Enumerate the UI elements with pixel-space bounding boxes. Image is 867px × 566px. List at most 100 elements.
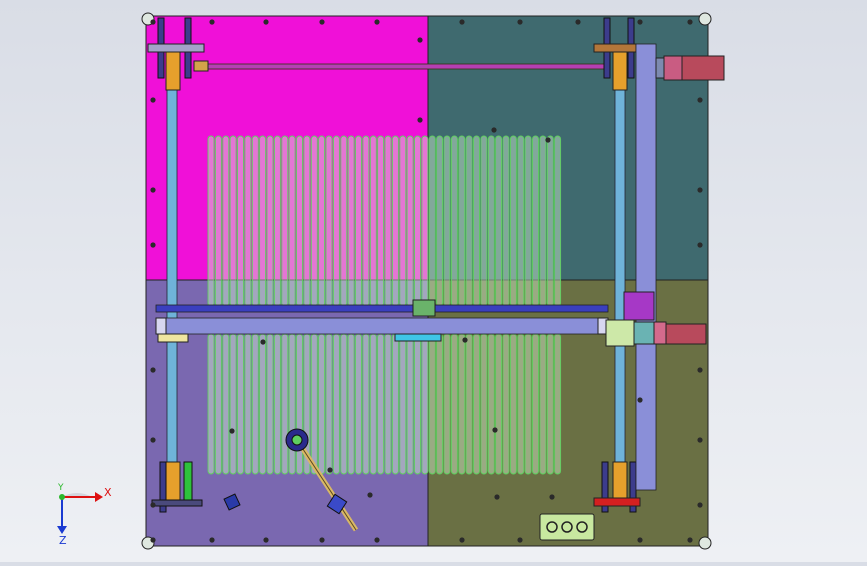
tube — [539, 135, 547, 307]
bottom-connector-plate — [539, 513, 595, 541]
side-motor-flange — [653, 321, 667, 345]
tube — [229, 333, 237, 475]
tube — [450, 135, 458, 307]
tube — [318, 135, 326, 307]
triad-x-label: X — [104, 486, 112, 499]
tube — [377, 135, 385, 307]
screw-hole — [637, 19, 643, 25]
triad-y-axis-dot — [59, 494, 65, 500]
tube — [487, 333, 495, 475]
tube — [443, 135, 451, 307]
tube — [384, 333, 392, 475]
tube — [281, 135, 289, 307]
tube — [458, 135, 466, 307]
screw-hole — [209, 19, 215, 25]
tube — [207, 333, 215, 475]
screw-hole — [209, 537, 215, 543]
screw-hole — [263, 537, 269, 543]
left-linear-rail — [166, 59, 178, 501]
screw-hole — [150, 502, 156, 508]
tube — [214, 333, 222, 475]
left-bottom-collar — [165, 461, 181, 503]
tube — [369, 135, 377, 307]
left-top-clamp — [147, 43, 205, 53]
tube — [509, 135, 517, 307]
tube — [296, 333, 303, 475]
tube — [495, 333, 503, 475]
lever-pivot-inner — [291, 434, 303, 446]
screw-hole — [697, 242, 703, 248]
tube — [318, 333, 326, 475]
screw-hole — [637, 397, 643, 403]
tube — [347, 135, 355, 307]
assembly-drawing[interactable]: X Y Z — [0, 0, 867, 562]
tube — [259, 333, 267, 475]
screw-hole — [687, 537, 693, 543]
tube — [517, 135, 525, 307]
screw-hole — [687, 19, 693, 25]
tube — [259, 135, 267, 307]
screw-hole — [150, 242, 156, 248]
tube — [340, 333, 348, 475]
tube — [340, 135, 348, 307]
right-top-clamp — [593, 43, 637, 53]
gearbox-upper — [623, 291, 655, 321]
tube — [554, 135, 562, 307]
gearbox-lower — [605, 319, 635, 347]
cross-beam-end-left — [155, 317, 167, 335]
tube — [207, 135, 215, 307]
screw-hole — [319, 19, 325, 25]
tube — [310, 135, 318, 307]
tube — [465, 135, 473, 307]
screw-hole — [517, 19, 523, 25]
triad-y-label: Y — [57, 483, 64, 493]
top-motor-body — [681, 55, 725, 81]
tube — [465, 333, 473, 475]
tube — [524, 333, 532, 475]
tube — [436, 135, 444, 307]
tube — [384, 135, 392, 307]
screw-hole — [150, 187, 156, 193]
screw-hole — [517, 537, 523, 543]
right-bottom-clamp — [593, 497, 641, 507]
tube — [310, 333, 318, 475]
tube — [436, 333, 444, 475]
screw-hole — [459, 19, 465, 25]
triad-z-label: Z — [59, 534, 67, 547]
screw-hole — [697, 367, 703, 373]
screw-hole — [492, 427, 498, 433]
tube — [362, 333, 370, 475]
tube — [532, 135, 539, 307]
tube — [266, 135, 274, 307]
screw-hole — [637, 537, 643, 543]
tube — [487, 135, 495, 307]
tube — [222, 333, 230, 475]
screw-hole — [374, 537, 380, 543]
tube — [399, 333, 407, 475]
tube — [251, 135, 259, 307]
cad-viewport[interactable]: X Y Z — [0, 0, 867, 562]
screw-hole — [491, 127, 497, 133]
tube — [509, 333, 517, 475]
tube — [362, 135, 370, 307]
tube — [244, 135, 252, 307]
tube — [546, 333, 554, 475]
tube — [355, 135, 362, 307]
right-bottom-collar — [612, 461, 628, 503]
screw-hole — [327, 467, 333, 473]
screw-hole — [545, 137, 551, 143]
tube — [391, 135, 399, 307]
screw-hole — [150, 537, 156, 543]
tube — [347, 333, 355, 475]
left-top-collar — [165, 51, 181, 91]
tube — [517, 333, 525, 475]
tube — [421, 333, 429, 475]
tube — [281, 333, 289, 475]
tube — [214, 135, 222, 307]
tube — [502, 333, 510, 475]
tube — [480, 135, 488, 307]
corner-post-tr — [698, 12, 712, 26]
tube — [406, 333, 414, 475]
screw-hole — [459, 537, 465, 543]
screw-hole — [150, 97, 156, 103]
